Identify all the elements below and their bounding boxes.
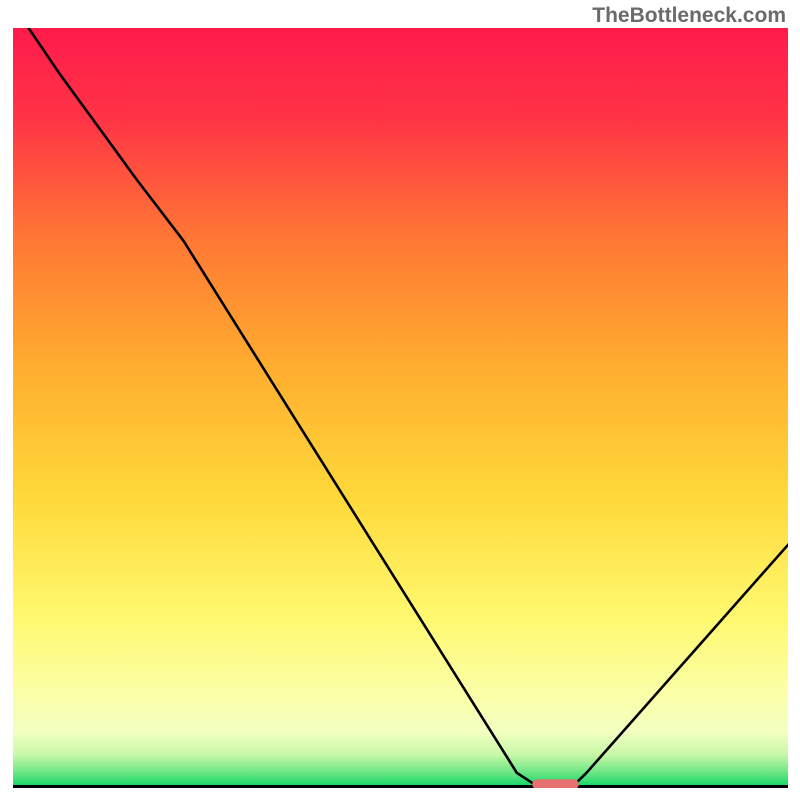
gradient-background — [13, 28, 788, 785]
optimal-marker — [532, 779, 579, 788]
watermark-text: TheBottleneck.com — [592, 4, 786, 28]
chart-svg — [13, 28, 788, 788]
